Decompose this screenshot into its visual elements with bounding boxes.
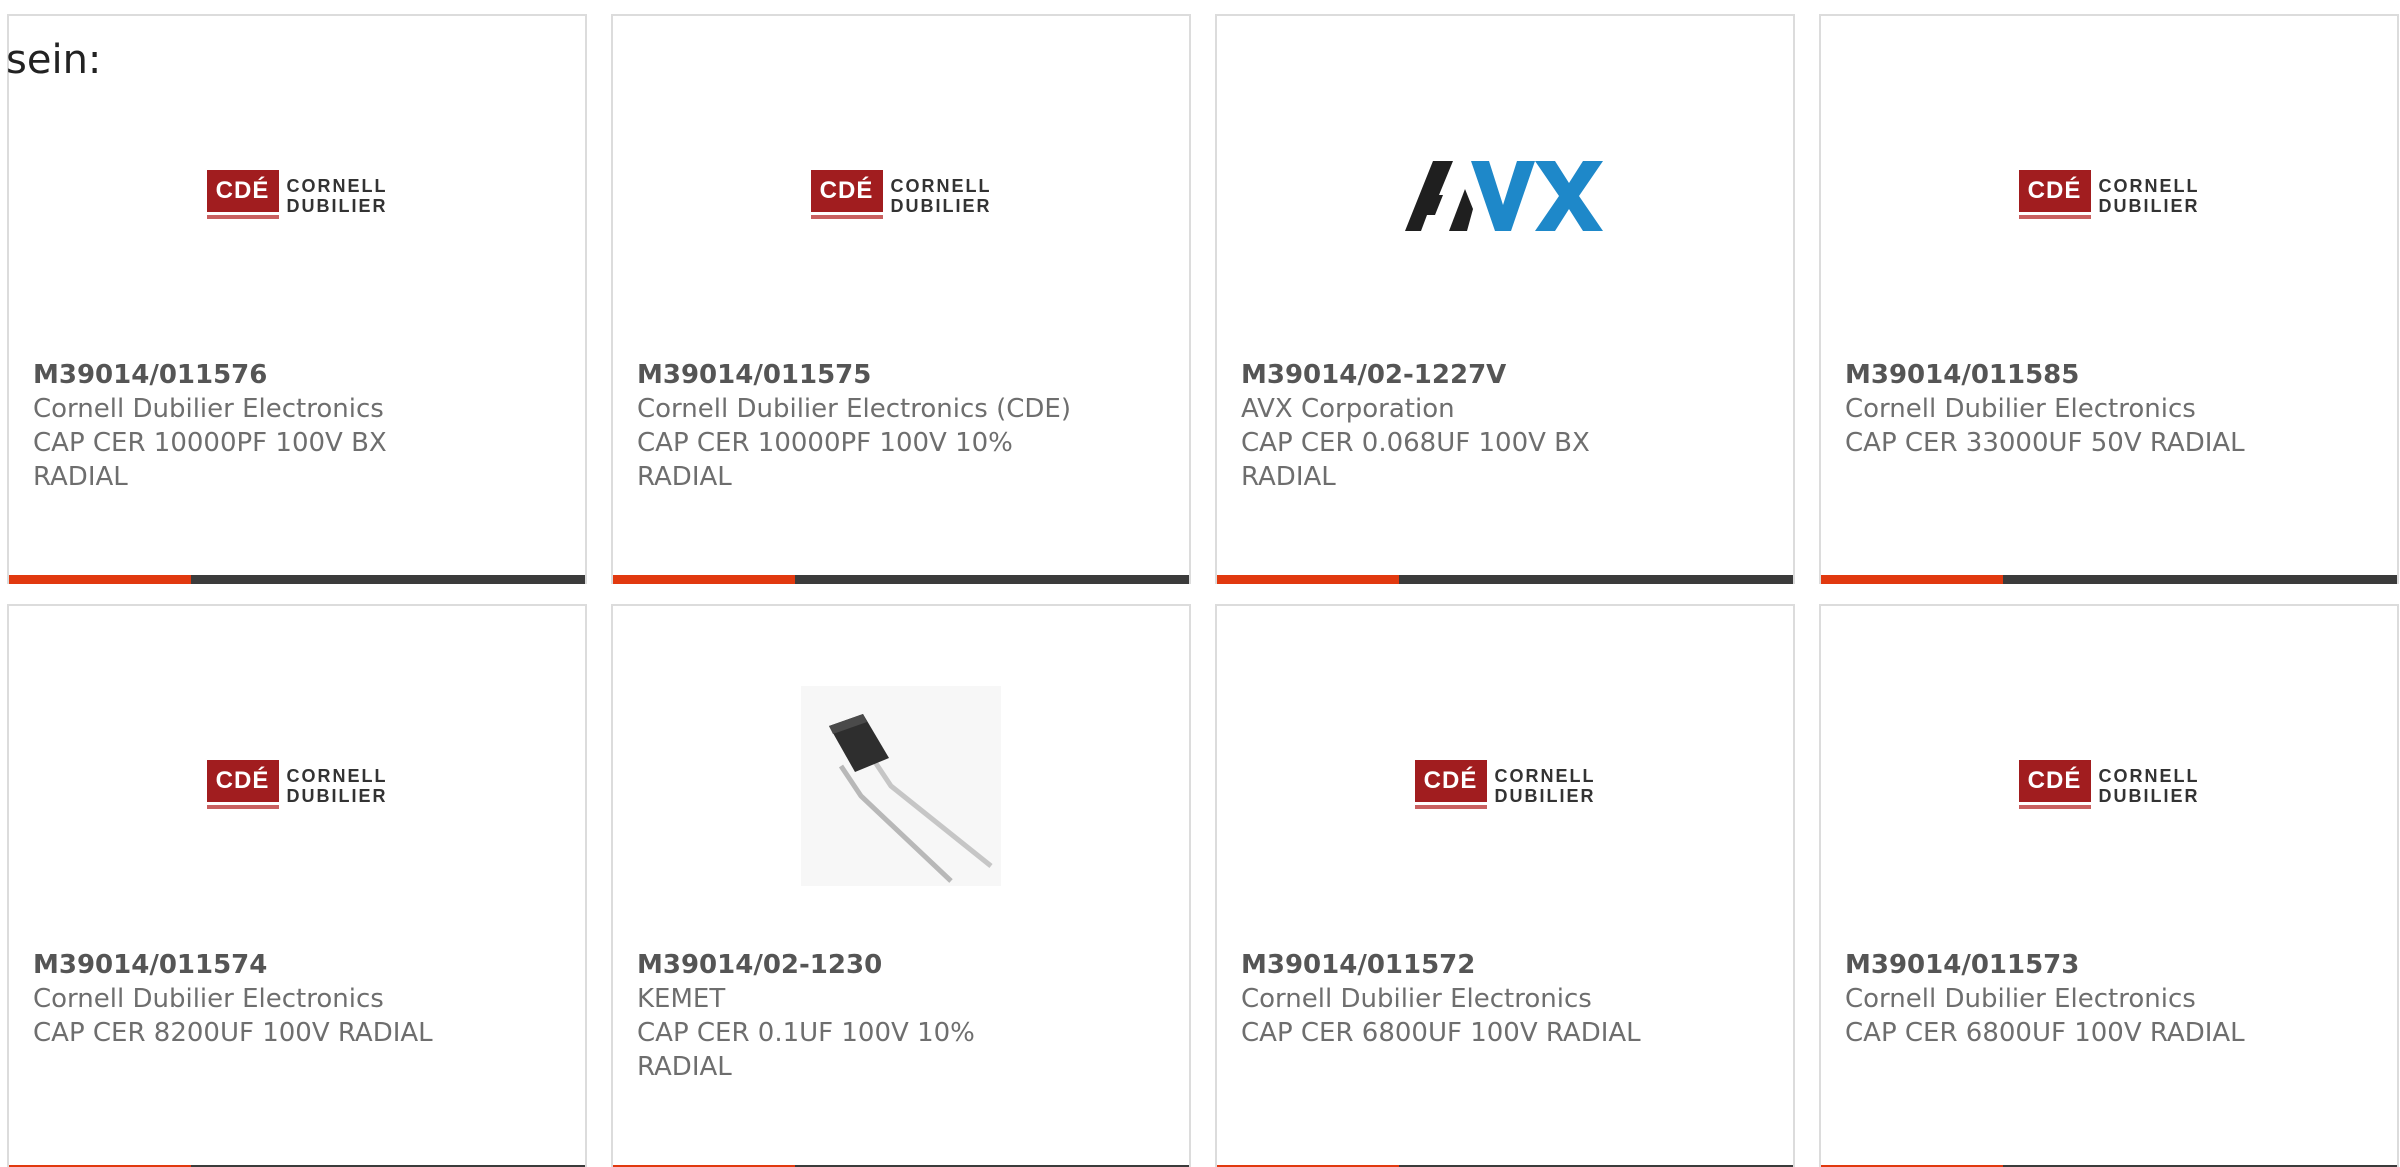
product-card[interactable]: M39014/02-1227V AVX Corporation CAP CER … bbox=[1215, 14, 1795, 584]
part-number-link[interactable]: M39014/011573 bbox=[1845, 948, 2377, 982]
product-description-cont: RADIAL bbox=[637, 1052, 732, 1082]
product-card[interactable]: M39014/02-1230 KEMET CAP CER 0.1UF 100V … bbox=[611, 604, 1191, 1167]
product-card[interactable]: CDÉ CORNELL DUBILIER M39014/011576 Cornel… bbox=[7, 14, 587, 584]
product-image[interactable]: CDÉ CORNELL DUBILIER bbox=[9, 666, 585, 906]
part-number-link[interactable]: M39014/02-1230 bbox=[637, 948, 1169, 982]
cde-logo-icon: CDÉ CORNELL DUBILIER bbox=[2018, 170, 2200, 222]
cde-logo-icon: CDÉ CORNELL DUBILIER bbox=[1414, 760, 1596, 812]
card-footer-bar bbox=[1217, 575, 1793, 584]
product-image[interactable] bbox=[1217, 76, 1793, 316]
product-image[interactable]: CDÉ CORNELL DUBILIER bbox=[1217, 666, 1793, 906]
manufacturer-name: Cornell Dubilier Electronics (CDE) bbox=[637, 394, 1071, 424]
manufacturer-name: Cornell Dubilier Electronics bbox=[1845, 984, 2196, 1014]
product-description: CAP CER 0.068UF 100V BX bbox=[1241, 428, 1590, 458]
product-description-cont: RADIAL bbox=[33, 462, 128, 492]
cde-logo-icon: CDÉ CORNELL DUBILIER bbox=[2018, 760, 2200, 812]
product-card[interactable]: CDÉ CORNELL DUBILIER M39014/011572 Cornel… bbox=[1215, 604, 1795, 1167]
part-number-link[interactable]: M39014/011576 bbox=[33, 358, 565, 392]
part-number-link[interactable]: M39014/011572 bbox=[1241, 948, 1773, 982]
cde-logo-icon: CDÉ CORNELL DUBILIER bbox=[206, 170, 388, 222]
product-card[interactable]: CDÉ CORNELL DUBILIER M39014/011585 Cornel… bbox=[1819, 14, 2399, 584]
card-footer-bar bbox=[613, 575, 1189, 584]
manufacturer-name: Cornell Dubilier Electronics bbox=[33, 394, 384, 424]
manufacturer-name: AVX Corporation bbox=[1241, 394, 1455, 424]
product-card[interactable]: CDÉ CORNELL DUBILIER M39014/011575 Cornel… bbox=[611, 14, 1191, 584]
product-description: CAP CER 10000PF 100V BX bbox=[33, 428, 387, 458]
product-image[interactable]: CDÉ CORNELL DUBILIER bbox=[1821, 76, 2397, 316]
product-image[interactable]: CDÉ CORNELL DUBILIER bbox=[1821, 666, 2397, 906]
part-number-link[interactable]: M39014/011574 bbox=[33, 948, 565, 982]
product-description: CAP CER 0.1UF 100V 10% bbox=[637, 1018, 975, 1048]
product-image[interactable]: CDÉ CORNELL DUBILIER bbox=[9, 76, 585, 316]
card-footer-bar bbox=[1821, 575, 2397, 584]
product-description: CAP CER 6800UF 100V RADIAL bbox=[1241, 1018, 1641, 1048]
product-image[interactable] bbox=[613, 666, 1189, 906]
intro-text: sein: bbox=[6, 37, 102, 83]
avx-logo-icon bbox=[1405, 161, 1605, 231]
capacitor-photo-icon bbox=[801, 686, 1001, 886]
manufacturer-name: Cornell Dubilier Electronics bbox=[33, 984, 384, 1014]
product-description-cont: RADIAL bbox=[637, 462, 732, 492]
part-number-link[interactable]: M39014/011575 bbox=[637, 358, 1169, 392]
cde-logo-icon: CDÉ CORNELL DUBILIER bbox=[810, 170, 992, 222]
product-description: CAP CER 10000PF 100V 10% bbox=[637, 428, 1013, 458]
part-number-link[interactable]: M39014/011585 bbox=[1845, 358, 2377, 392]
product-description: CAP CER 8200UF 100V RADIAL bbox=[33, 1018, 433, 1048]
manufacturer-name: KEMET bbox=[637, 984, 726, 1014]
product-page: sein: CDÉ CORNELL DUBILIER M39014/011576 … bbox=[0, 0, 2400, 1167]
product-description-cont: RADIAL bbox=[1241, 462, 1336, 492]
cde-logo-icon: CDÉ CORNELL DUBILIER bbox=[206, 760, 388, 812]
card-footer-bar bbox=[9, 575, 585, 584]
product-image[interactable]: CDÉ CORNELL DUBILIER bbox=[613, 76, 1189, 316]
product-card[interactable]: CDÉ CORNELL DUBILIER M39014/011573 Cornel… bbox=[1819, 604, 2399, 1167]
product-description: CAP CER 6800UF 100V RADIAL bbox=[1845, 1018, 2245, 1048]
manufacturer-name: Cornell Dubilier Electronics bbox=[1845, 394, 2196, 424]
product-grid: CDÉ CORNELL DUBILIER M39014/011576 Cornel… bbox=[7, 14, 2399, 1167]
part-number-link[interactable]: M39014/02-1227V bbox=[1241, 358, 1773, 392]
manufacturer-name: Cornell Dubilier Electronics bbox=[1241, 984, 1592, 1014]
product-description: CAP CER 33000UF 50V RADIAL bbox=[1845, 428, 2245, 458]
product-card[interactable]: CDÉ CORNELL DUBILIER M39014/011574 Cornel… bbox=[7, 604, 587, 1167]
